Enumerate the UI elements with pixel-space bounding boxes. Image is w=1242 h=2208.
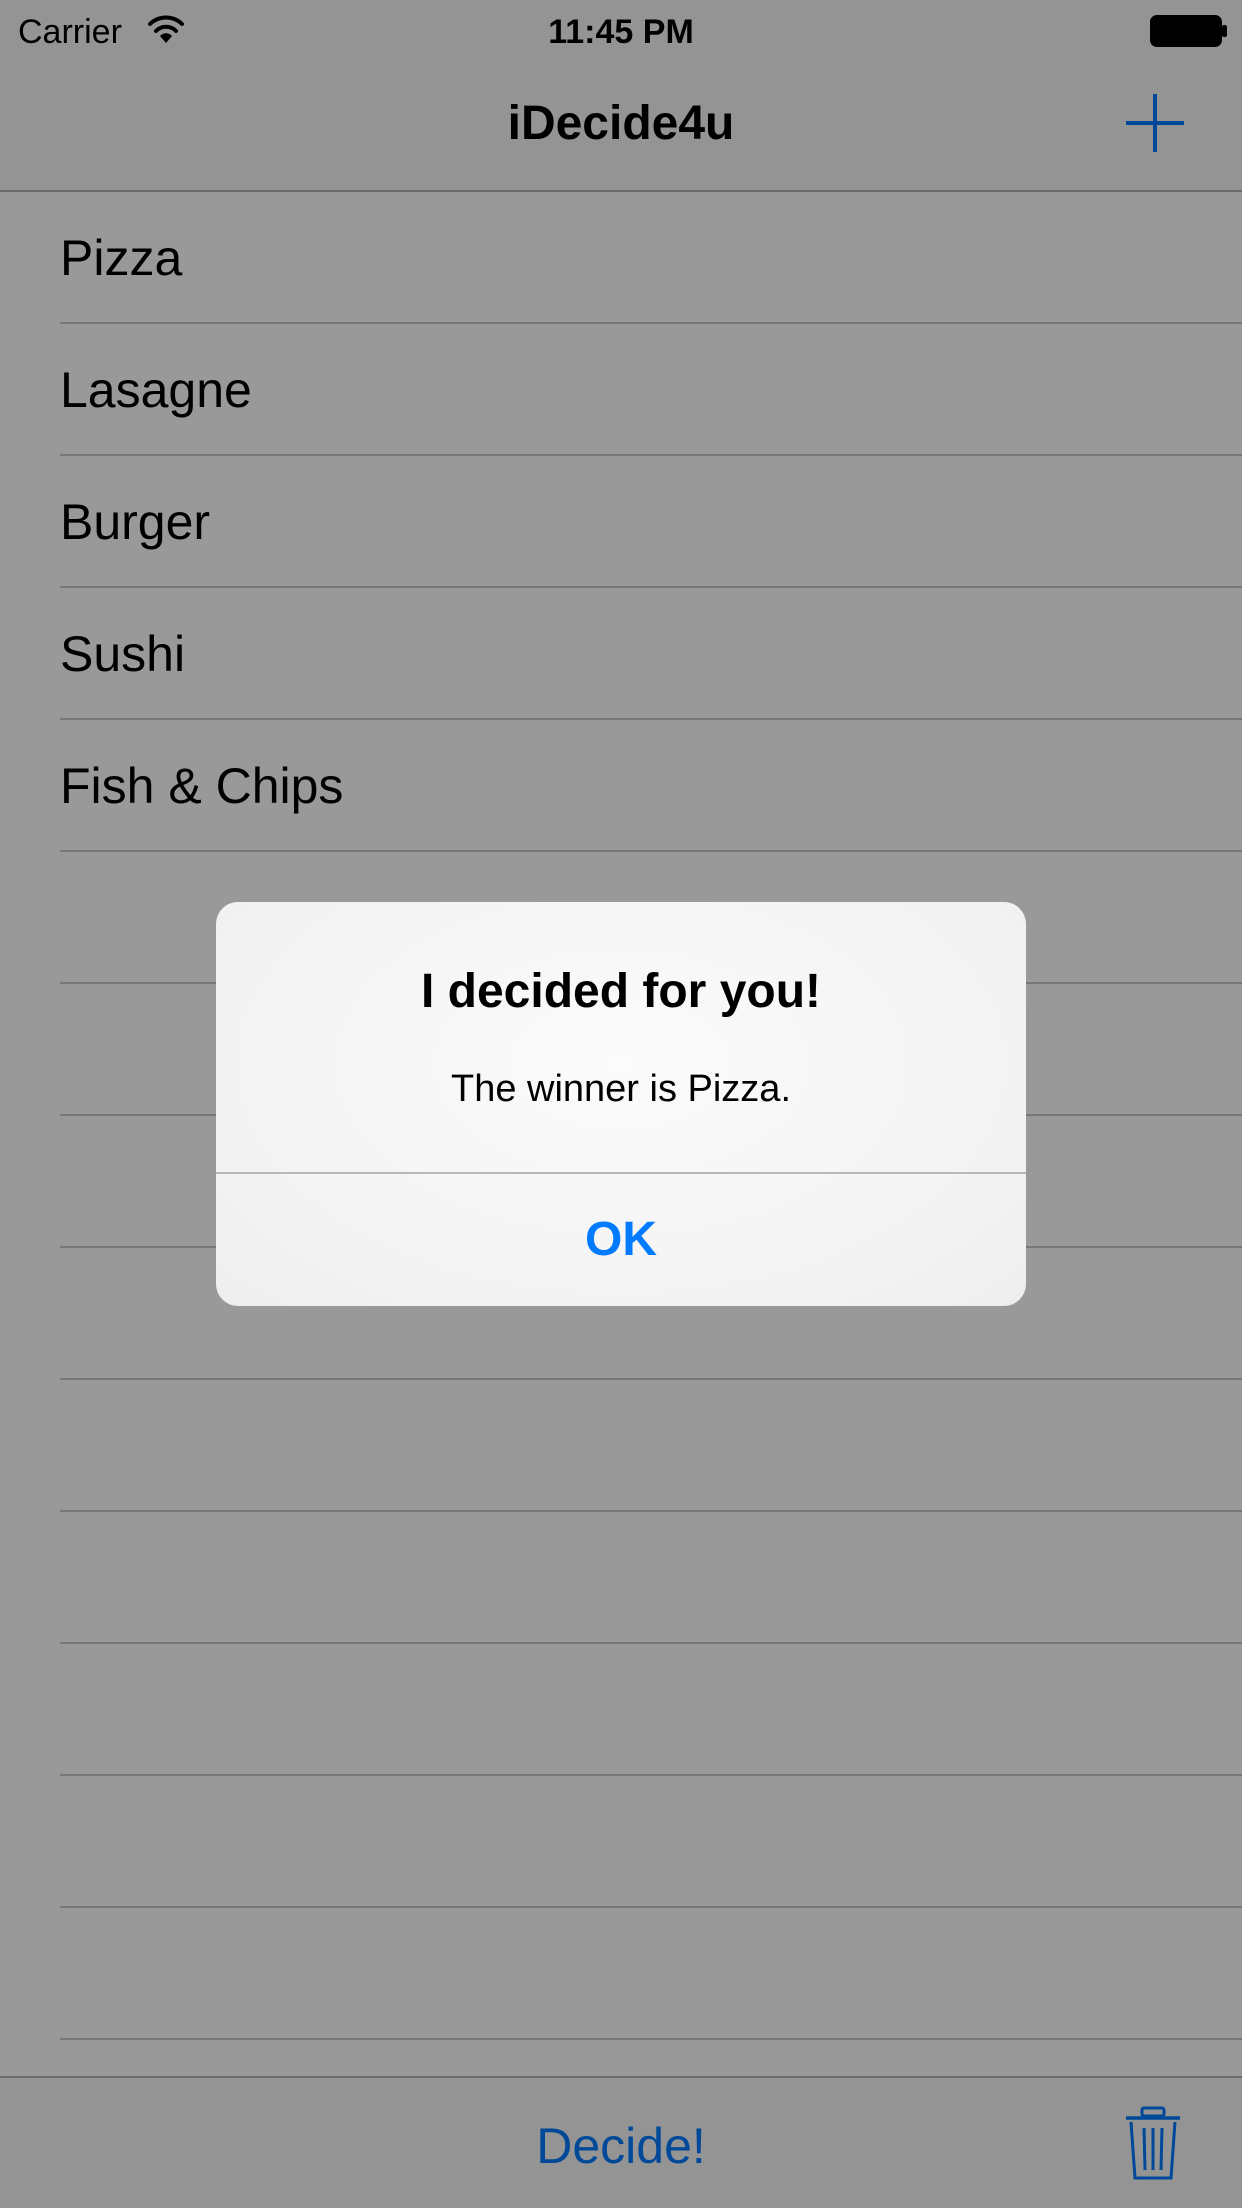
alert-dialog: I decided for you! The winner is Pizza. … xyxy=(216,902,1026,1306)
alert-message: The winner is Pizza. xyxy=(450,1068,791,1110)
ok-button[interactable]: OK xyxy=(216,1174,1026,1306)
alert-title: I decided for you! xyxy=(420,965,822,1018)
